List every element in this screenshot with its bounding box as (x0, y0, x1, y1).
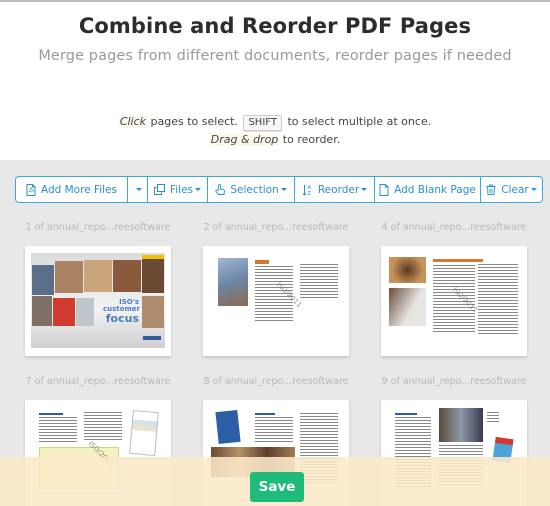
hint-shift-rest: to select multiple at once. (283, 115, 432, 128)
hint-drag: Drag & drop (209, 133, 280, 146)
page-header: Combine and Reorder PDF Pages Merge page… (0, 0, 550, 160)
handshake-photo (439, 408, 483, 442)
add-more-files-label: Add More Files (40, 183, 118, 196)
hand-pointer-icon (215, 183, 226, 196)
page-thumbnail[interactable]: ISO/2011 (203, 246, 349, 356)
clear-menu-button[interactable]: Clear (481, 177, 542, 202)
brochure-image (129, 409, 159, 457)
p4-heading (433, 259, 483, 262)
page-thumbnail[interactable]: ISO's customer focus (25, 246, 171, 356)
caret-down-icon (530, 188, 537, 191)
usage-hint: Click pages to select. SHIFT to select m… (0, 113, 550, 148)
page-title: Combine and Reorder PDF Pages (78, 14, 472, 38)
svg-text:Z: Z (307, 191, 311, 196)
hint-click: Click (118, 115, 148, 128)
reorder-label: Reorder (317, 183, 360, 196)
pages-workspace: Add More Files Files Selection AZ Reorde… (0, 160, 550, 506)
page-label: 9 of annual_repo...reesoftware (381, 376, 527, 387)
caret-down-icon (135, 188, 142, 191)
hint-line-1: Click pages to select. SHIFT to select m… (0, 113, 550, 131)
cover-title: ISO's customer focus (103, 298, 140, 325)
selection-menu-button[interactable]: Selection (208, 177, 295, 202)
save-button[interactable]: Save (250, 472, 304, 502)
page-thumbnail[interactable]: ISO/2011 (381, 246, 527, 356)
top-divider (0, 0, 550, 2)
selection-label: Selection (230, 183, 279, 196)
add-blank-page-button[interactable]: Add Blank Page (375, 177, 481, 202)
page-thumbnail-card[interactable]: 4 of annual_repo...reesoftware ISO/2011 (381, 221, 527, 356)
files-label: Files (169, 183, 194, 196)
file-pdf-icon (26, 183, 36, 196)
man-computer-photo (389, 288, 426, 326)
reorder-menu-button[interactable]: AZ Reorder (295, 177, 375, 202)
page-thumbnail-card[interactable]: 1 of annual_repo...reesoftware ISO's cus… (25, 221, 171, 356)
page-label: 2 of annual_repo...reesoftware (203, 222, 349, 233)
page-label: 1 of annual_repo...reesoftware (25, 222, 171, 233)
page-subtitle: Merge pages from different documents, re… (38, 48, 512, 64)
p2-heading (255, 260, 269, 264)
woman-photo (389, 257, 426, 283)
caret-down-icon (280, 188, 287, 191)
copy-icon (153, 184, 165, 195)
add-more-files-dropdown[interactable] (128, 177, 148, 202)
page-label: 4 of annual_repo...reesoftware (381, 222, 527, 233)
cover-image: ISO's customer focus (31, 253, 165, 348)
add-blank-page-label: Add Blank Page (394, 183, 476, 196)
page-label: 8 of annual_repo...reesoftware (203, 376, 349, 387)
page-label: 7 of annual_repo...reesoftware (25, 376, 171, 387)
shift-key: SHIFT (243, 115, 282, 131)
caret-down-icon (195, 188, 202, 191)
files-menu-button[interactable]: Files (148, 177, 208, 202)
trash-icon (486, 184, 496, 195)
building-photo (218, 258, 248, 306)
toolbar: Add More Files Files Selection AZ Reorde… (15, 176, 543, 203)
caret-down-icon (361, 188, 368, 191)
blank-file-icon (379, 183, 389, 196)
booklet-image (215, 409, 241, 445)
hint-line-2: Drag & drop to reorder. (0, 131, 550, 148)
hint-drag-rest: to reorder. (279, 133, 341, 146)
clear-label: Clear (501, 183, 529, 196)
page-thumbnail-card[interactable]: 2 of annual_repo...reesoftware ISO/2011 (203, 221, 349, 356)
sort-alpha-icon: AZ (302, 184, 313, 196)
add-more-files-button[interactable]: Add More Files (16, 177, 128, 202)
hint-click-rest: pages to select. (147, 115, 238, 128)
